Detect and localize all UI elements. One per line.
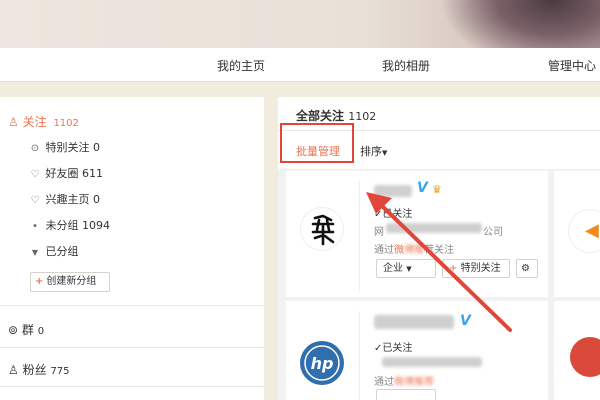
blurred-username: [374, 185, 412, 197]
page-title: 全部关注 1102: [296, 107, 376, 124]
sidebar-groups-label: 群: [21, 323, 34, 337]
sidebar-follow-label: 关注: [22, 115, 47, 129]
sidebar-follow-count: 1102: [53, 118, 79, 129]
follow-source: 通过微博推荐关注: [374, 241, 454, 256]
sort-label: 排序: [360, 145, 382, 158]
company-suffix: 公司: [483, 227, 503, 238]
sidebar-fans-count: 775: [50, 366, 70, 377]
sidebar-fans[interactable]: ♙ 粉丝 775: [8, 361, 272, 378]
enterprise-label: 企业: [383, 263, 403, 274]
source-blur: 微博推荐: [394, 377, 434, 388]
nav-my-album[interactable]: 我的相册: [382, 57, 430, 74]
divider: [0, 347, 264, 348]
sidebar-item-label: 好友圈: [45, 167, 79, 180]
nav-my-homepage[interactable]: 我的主页: [217, 57, 265, 74]
create-group-label: 创建新分组: [46, 276, 97, 287]
source-blur: 博推: [404, 245, 424, 256]
sidebar-item-special[interactable]: ⊙ 特别关注 0: [28, 139, 292, 155]
verified-icon: V: [417, 180, 428, 196]
hp-logo-icon: hp: [304, 345, 340, 381]
target-icon: ⊙: [30, 143, 40, 154]
fans-icon: ♙: [8, 363, 19, 377]
heart-icon: ♡: [30, 169, 40, 180]
divider: [359, 311, 360, 400]
caret-down-icon: ▼: [406, 265, 412, 273]
plus-icon: +: [35, 276, 44, 287]
page-title-text: 全部关注: [296, 109, 345, 123]
follow-status: ✓已关注: [374, 205, 412, 220]
follow-status: ✓已关注: [374, 339, 412, 354]
settings-button[interactable]: ⚙: [516, 259, 538, 278]
enterprise-dropdown[interactable]: 企业 ▼: [376, 259, 436, 278]
source-suffix: 荐关注: [424, 245, 454, 256]
sidebar-item-label: 兴趣主页: [45, 193, 90, 206]
avatar[interactable]: [300, 207, 344, 251]
batch-manage-link[interactable]: 批量管理: [296, 143, 340, 159]
sidebar-item-friends[interactable]: ♡ 好友圈 611: [28, 165, 292, 181]
sidebar-fans-label: 粉丝: [22, 363, 47, 377]
create-group-button[interactable]: + 创建新分组: [30, 272, 110, 292]
sidebar-item-label: 特别关注: [45, 141, 90, 154]
heart-outline-icon: ♡: [30, 195, 40, 206]
follow-status-text: 已关注: [382, 209, 413, 220]
sidebar-follow[interactable]: ♙ 关注 1102: [8, 113, 272, 130]
follow-list-panel: 全部关注 1102 批量管理 排序▼ V ♛ ✓已关注 网 公司 通过微博推荐关…: [278, 97, 600, 400]
verified-icon: V: [460, 313, 471, 329]
sidebar-item-count: 0: [93, 141, 100, 154]
follow-card: hp V ✓已关注 通过微博推荐: [286, 301, 548, 400]
avatar[interactable]: [570, 337, 600, 377]
follow-sidebar: ♙ 关注 1102 ⊙ 特别关注 0 ♡ 好友圈 611 ♡ 兴趣主页 0 • …: [0, 97, 264, 400]
sort-dropdown[interactable]: 排序▼: [360, 143, 387, 159]
sidebar-item-ungrouped[interactable]: • 未分组 1094: [28, 217, 292, 233]
nav-management-center[interactable]: 管理中心: [548, 57, 596, 74]
calligraphy-logo-icon: [311, 214, 335, 246]
gear-icon: ⚙: [521, 263, 530, 274]
sidebar-item-count: 0: [93, 193, 100, 206]
crown-icon: ♛: [432, 183, 442, 196]
source-prefix: 通过: [374, 377, 394, 388]
sidebar-groups-count: 0: [37, 326, 45, 337]
profile-banner: [0, 0, 600, 48]
follow-card-partial: [554, 301, 600, 400]
sidebar-item-count: 611: [82, 167, 103, 180]
dot-icon: •: [32, 221, 38, 232]
caret-down-icon: ▼: [382, 149, 388, 157]
follow-card: V ♛ ✓已关注 网 公司 通过微博推荐关注 企业 ▼ + 特别关注 ⚙: [286, 171, 548, 297]
divider: [0, 386, 264, 387]
blurred-company: [382, 357, 482, 367]
plus-icon: +: [449, 263, 458, 274]
enterprise-dropdown[interactable]: [376, 389, 436, 400]
special-follow-label: 特别关注: [460, 263, 501, 274]
user-icon: ♙: [8, 115, 19, 129]
blurred-username: [374, 315, 454, 329]
group-chat-icon: ⊚: [8, 323, 19, 337]
sidebar-item-label: 已分组: [45, 245, 79, 258]
avatar[interactable]: hp: [300, 341, 344, 385]
sidebar-groups[interactable]: ⊚ 群 0: [8, 321, 272, 338]
avatar[interactable]: ◀: [568, 209, 600, 253]
follow-status-text: 已关注: [382, 343, 413, 354]
megaphone-icon: ◀: [585, 220, 599, 241]
special-follow-button[interactable]: + 特别关注: [442, 259, 510, 278]
follow-source: 通过微博推荐: [374, 373, 434, 388]
divider: [359, 181, 360, 291]
sidebar-item-grouped[interactable]: ▼ 已分组: [28, 243, 292, 259]
follow-card-grid: V ♛ ✓已关注 网 公司 通过微博推荐关注 企业 ▼ + 特别关注 ⚙ hp …: [278, 169, 600, 400]
svg-text:hp: hp: [311, 354, 334, 373]
follow-card-partial: ◀: [554, 171, 600, 297]
company-prefix: 网: [374, 227, 384, 238]
sidebar-item-label: 未分组: [45, 219, 79, 232]
divider: [0, 305, 264, 306]
top-nav: 我的主页 我的相册 管理中心: [0, 48, 600, 82]
caret-down-icon: ▼: [31, 248, 39, 257]
page-title-count: 1102: [348, 110, 377, 123]
blurred-company: [386, 223, 482, 233]
source-link[interactable]: 微: [394, 245, 404, 256]
sidebar-item-count: 1094: [82, 219, 110, 232]
source-prefix: 通过: [374, 245, 394, 256]
sidebar-item-interest[interactable]: ♡ 兴趣主页 0: [28, 191, 292, 207]
